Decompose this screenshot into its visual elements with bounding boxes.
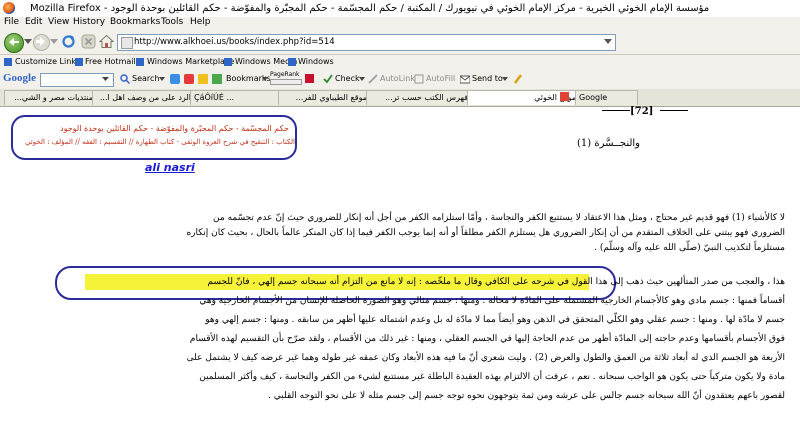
page-number-rule-left xyxy=(602,110,630,111)
menu-history[interactable]: History xyxy=(73,17,105,27)
url-text[interactable]: http://www.alkhoei.us/books/index.php?id… xyxy=(134,37,335,47)
check-dropdown-icon[interactable] xyxy=(359,77,365,81)
tab-reply[interactable]: الرد على من وصف اهل ا... xyxy=(92,90,195,105)
menu-file[interactable]: File xyxy=(4,17,19,27)
site-favicon-icon xyxy=(121,37,133,49)
tab-garbled[interactable]: ÇáÔíÚÉ ... xyxy=(190,90,283,105)
reload-icon xyxy=(62,35,75,48)
bookmark-customize-links[interactable]: Customize Links xyxy=(15,57,80,66)
bookmark-windows[interactable]: Windows xyxy=(298,57,334,66)
close-tab-icon[interactable] xyxy=(560,92,569,101)
toc-line-2[interactable]: الكتاب : التنقيح في شرح العروة الوثقى - … xyxy=(25,138,295,146)
tab-tibawi[interactable]: موقع الطيباوي للفر... xyxy=(278,90,371,105)
windows-media-icon xyxy=(224,58,232,66)
toc-line-1[interactable]: حكم المجسّمة - حكم المجبّرة والمفوّضة - … xyxy=(60,124,289,133)
stop-button[interactable] xyxy=(81,34,96,49)
google-search-button[interactable]: Search xyxy=(132,74,159,83)
gmail-icon[interactable] xyxy=(198,74,208,84)
paragraph-2-line-3: جسم لا مادّة لها . ومنها : جسم عقلي وهو … xyxy=(205,315,785,325)
url-dropdown-icon[interactable] xyxy=(604,39,612,45)
section-heading: والنجــسَّرة (1) xyxy=(576,138,640,149)
autolink-icon xyxy=(368,74,378,84)
customize-links-icon xyxy=(4,58,12,66)
star-icon[interactable] xyxy=(212,74,222,84)
highlight-icon[interactable] xyxy=(513,74,523,84)
sendto-dropdown-icon[interactable] xyxy=(502,77,508,81)
autofill-icon xyxy=(414,74,424,84)
sendto-button[interactable]: Send to xyxy=(472,74,503,83)
sendto-icon xyxy=(460,75,470,84)
menu-help[interactable]: Help xyxy=(190,17,211,27)
web-icon[interactable] xyxy=(170,74,180,84)
menu-bar: File Edit View History Bookmarks Tools H… xyxy=(0,17,800,31)
menu-bookmarks[interactable]: Bookmarks xyxy=(110,17,160,27)
home-icon xyxy=(98,34,115,48)
menu-edit[interactable]: Edit xyxy=(25,17,42,27)
page-number-rule-right xyxy=(660,110,688,111)
paragraph-2-line-5: الأربعة هو الجسم الذي له أبعاد ثلاثة من … xyxy=(186,353,785,363)
forward-dropdown-icon[interactable] xyxy=(50,39,58,45)
google-search-icon xyxy=(120,74,130,84)
home-button[interactable] xyxy=(98,34,115,49)
bookmark-free-hotmail[interactable]: Free Hotmail xyxy=(85,57,136,66)
firefox-icon xyxy=(3,2,15,14)
stop-icon xyxy=(81,34,96,49)
search-dropdown-icon[interactable] xyxy=(159,77,165,81)
ali-nasri-signature: ali nasri xyxy=(145,161,195,174)
pagerank-bar xyxy=(270,79,302,85)
paragraph-2-line-4: فوق الأجسام بأقسامها وعدم حاجته إلى الما… xyxy=(189,334,785,344)
free-hotmail-icon xyxy=(75,58,83,66)
news-icon[interactable] xyxy=(184,74,194,84)
spellcheck-icon xyxy=(323,74,333,84)
google-search-dropdown-icon[interactable] xyxy=(102,77,109,82)
autolink-button[interactable]: AutoLink xyxy=(380,74,415,83)
windows-marketplace-icon xyxy=(136,58,144,66)
menu-view[interactable]: View xyxy=(48,17,69,27)
paragraph-1-line-2: الضروري فهو يبتني على الخلاف المتقدم من … xyxy=(186,228,785,238)
paragraph-1-line-3: مستلزماً لتكذيب النبيّ (صلّى الله عليه و… xyxy=(594,243,785,253)
windows-icon xyxy=(288,58,296,66)
window-titlebar: مؤسسة الإمام الخوئي الخيرية - مركز الإما… xyxy=(0,0,800,17)
back-arrow-icon xyxy=(9,38,19,46)
forward-arrow-icon xyxy=(36,37,45,46)
paragraph-2-line-7: لقصور باعهم يعتقدون أنّ الله سبحانه جسم … xyxy=(268,391,785,401)
tab-egypt-forums[interactable]: منتديات مصر و الشي... xyxy=(4,90,97,105)
paragraph-2-line-1: هذا ، والعجب من صدر المتألهين حيث ذهب إل… xyxy=(207,277,785,287)
bookmark-windows-marketplace[interactable]: Windows Marketplace xyxy=(147,57,234,66)
tab-books-index[interactable]: فهرس الكتب حسب تر... xyxy=(366,90,472,105)
autofill-button[interactable]: AutoFill xyxy=(426,74,455,83)
translate-icon[interactable] xyxy=(305,74,314,83)
window-title: مؤسسة الإمام الخوئي الخيرية - مركز الإما… xyxy=(30,3,710,14)
paragraph-1-line-1: لا كالأشياء (1) فهو قديم غير محتاج ، ومث… xyxy=(213,213,785,223)
back-dropdown-icon[interactable] xyxy=(24,39,32,45)
menu-tools[interactable]: Tools xyxy=(161,17,183,27)
page-number: [72] xyxy=(630,106,654,117)
paragraph-2-line-6: مادة ولا يكون متركباً حتى يكون هو الواجب… xyxy=(199,372,785,382)
google-logo: Google xyxy=(3,72,36,84)
paragraph-2-line-2: أقساماً فمنها : جسم مادي وهو كالأجسام ال… xyxy=(199,296,785,306)
tab-google[interactable]: Google xyxy=(575,90,638,105)
reload-button[interactable] xyxy=(61,34,76,49)
pagerank-label: PageRank xyxy=(270,71,300,78)
bookmarks-dropdown-icon[interactable] xyxy=(262,77,268,81)
check-button[interactable]: Check xyxy=(335,74,360,83)
